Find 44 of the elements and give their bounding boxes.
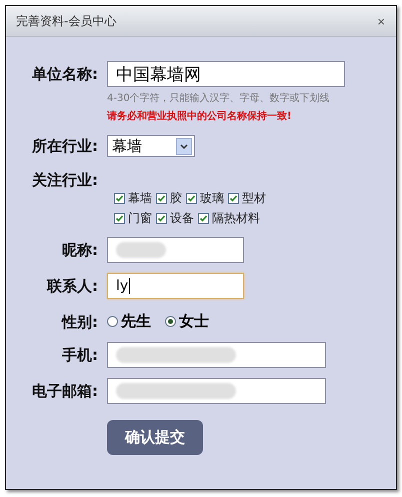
checkbox[interactable] (186, 193, 197, 204)
industry-checkbox[interactable]: 胶 (156, 190, 182, 207)
window-title: 完善资料-会员中心 (16, 12, 116, 30)
submit-button[interactable]: 确认提交 (107, 420, 203, 455)
radio-button[interactable] (107, 316, 118, 327)
checkbox[interactable] (156, 193, 167, 204)
checkbox-label: 玻璃 (200, 190, 224, 207)
industry-checkbox[interactable]: 设备 (156, 210, 194, 227)
industry-checkbox[interactable]: 玻璃 (186, 190, 224, 207)
field-label: 联系人: (46, 276, 98, 296)
text-field[interactable]: ly (107, 273, 244, 299)
checkbox-label: 隔热材料 (212, 210, 260, 227)
field-label: 手机: (61, 345, 98, 365)
field-label: 关注行业: (30, 170, 98, 190)
checkbox-label: 设备 (170, 210, 194, 227)
text-field[interactable] (107, 378, 326, 404)
checkbox[interactable] (198, 213, 209, 224)
industry-select[interactable]: 幕墙 (107, 135, 195, 157)
close-button[interactable]: × (374, 14, 388, 28)
gender-radio[interactable]: 女士 (165, 312, 209, 331)
checkbox-label: 幕墙 (128, 190, 152, 207)
field-label: 昵称: (61, 240, 98, 260)
checkbox[interactable] (114, 213, 125, 224)
checkbox[interactable] (114, 193, 125, 204)
industry-checkbox[interactable]: 幕墙 (114, 190, 152, 207)
field-label: 电子邮箱: (31, 381, 98, 401)
text-field[interactable] (107, 237, 244, 263)
field-label: 单位名称: (31, 64, 98, 84)
radio-button[interactable] (165, 316, 176, 327)
field-label: 性别: (60, 312, 98, 332)
field-label: 所在行业: (30, 136, 98, 156)
hint-text: 4-30个字符，只能输入汉字、字母、数字或下划线 (107, 92, 331, 105)
checkbox-label: 型材 (242, 190, 266, 207)
checkbox[interactable] (156, 213, 167, 224)
checkbox-label: 门窗 (128, 210, 152, 227)
company-name-field[interactable]: 中国幕墙网 (107, 61, 345, 87)
checkbox-label: 胶 (170, 190, 182, 207)
industry-checkbox[interactable]: 型材 (228, 190, 266, 207)
gender-radio[interactable]: 先生 (107, 312, 151, 331)
industry-checkbox[interactable]: 门窗 (114, 210, 152, 227)
warning-text: 请务必和营业执照中的公司名称保持一致! (107, 110, 293, 123)
checkbox[interactable] (228, 193, 239, 204)
text-field[interactable] (107, 342, 326, 368)
industry-checkbox[interactable]: 隔热材料 (198, 210, 260, 227)
